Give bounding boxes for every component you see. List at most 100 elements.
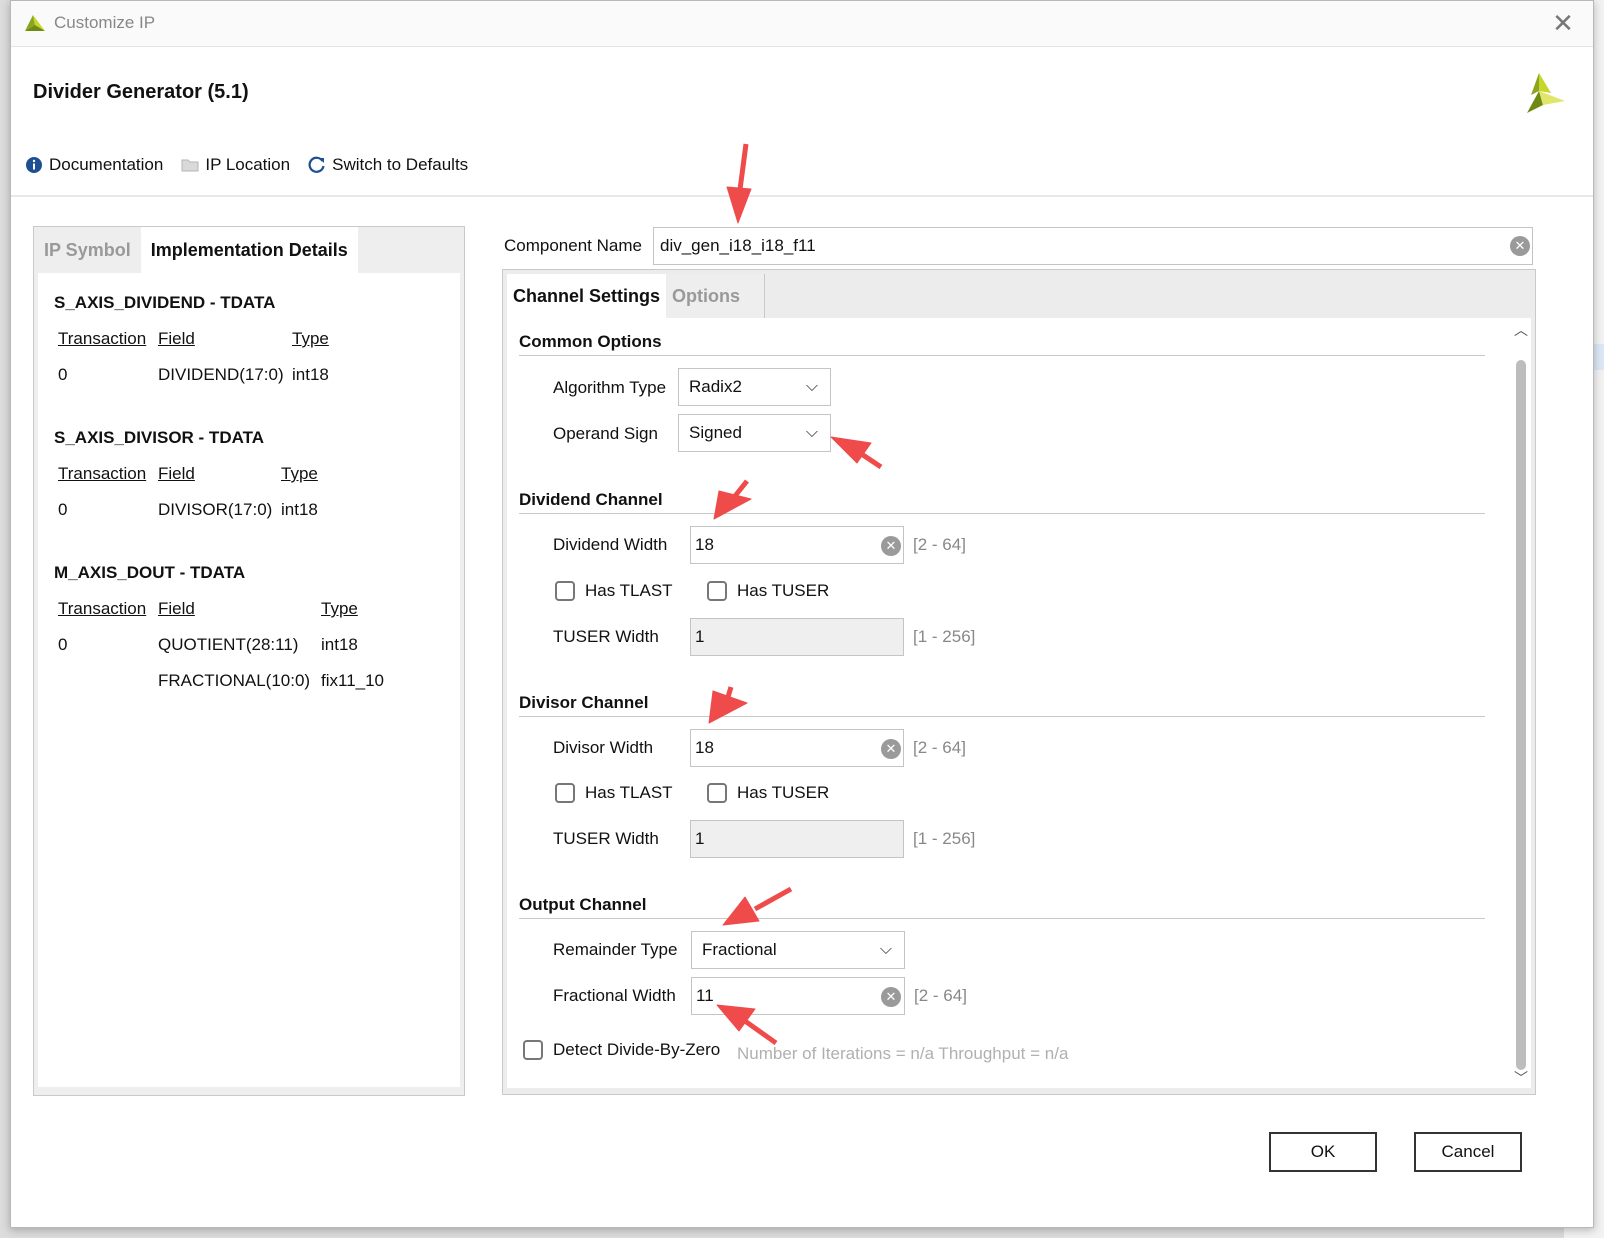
dividend-width-input[interactable]: 18 (690, 526, 904, 564)
cancel-button[interactable]: Cancel (1414, 1132, 1522, 1172)
checkbox-label: Has TUSER (737, 783, 830, 802)
divisor-tuser-width-label: TUSER Width (553, 829, 659, 848)
settings-panel: Channel Settings Options Common Options … (502, 269, 1536, 1095)
dividend-width-range: [2 - 64] (913, 535, 966, 554)
documentation-button[interactable]: Documentation (25, 155, 163, 175)
divisor-has-tlast-checkbox[interactable]: Has TLAST (555, 783, 673, 803)
checkbox-box (555, 581, 575, 601)
interface-dividend: S_AXIS_DIVIDEND - TDATA Transaction Fiel… (54, 293, 337, 395)
table-cell: FRACTIONAL(10:0) (158, 671, 311, 690)
interface-title: M_AXIS_DOUT - TDATA (54, 563, 246, 582)
scroll-up-icon[interactable]: ︿ (1513, 320, 1529, 338)
clear-icon[interactable]: ✕ (881, 987, 901, 1007)
column-header: Field (158, 599, 195, 618)
interface-title: S_AXIS_DIVIDEND - TDATA (54, 293, 276, 312)
checkbox-box (523, 1040, 543, 1060)
table-cell: 0 (58, 365, 68, 384)
table-cell: QUOTIENT(28:11) (158, 635, 299, 654)
dividend-tuser-width-label: TUSER Width (553, 627, 659, 646)
left-panel: IP Symbol Implementation Details S_AXIS_… (33, 226, 465, 1096)
scrollbar-thumb[interactable] (1516, 360, 1526, 1070)
algorithm-type-value: Radix2 (689, 377, 742, 396)
dividend-has-tlast-checkbox[interactable]: Has TLAST (555, 581, 673, 601)
checkbox-label: Has TLAST (585, 581, 673, 600)
section-divider (519, 918, 1485, 919)
remainder-type-value: Fractional (702, 940, 777, 959)
divisor-channel-title: Divisor Channel (519, 693, 649, 712)
checkbox-label: Detect Divide-By-Zero (553, 1040, 721, 1059)
settings-tabs: Channel Settings Options (507, 274, 766, 318)
scroll-down-icon[interactable]: ﹀ (1513, 1068, 1529, 1086)
dividend-width-label: Dividend Width (553, 535, 668, 554)
operand-sign-label: Operand Sign (553, 424, 658, 443)
component-name-input[interactable]: div_gen_i18_i18_f11 (653, 227, 1533, 265)
tab-options[interactable]: Options (666, 274, 766, 318)
table-cell: 0 (58, 500, 68, 519)
output-channel-title: Output Channel (519, 895, 647, 914)
checkbox-box (555, 783, 575, 803)
column-header: Field (158, 464, 195, 483)
tab-channel-settings[interactable]: Channel Settings (507, 274, 667, 318)
remainder-type-select[interactable]: Fractional ⌵ (691, 931, 905, 969)
algorithm-type-label: Algorithm Type (553, 378, 667, 397)
fractional-width-input[interactable]: 11 (691, 977, 905, 1015)
vertical-scrollbar[interactable]: ︿ ﹀ (1511, 318, 1531, 1088)
table-cell (58, 665, 158, 701)
divisor-tuser-width-input: 1 (690, 820, 904, 858)
divisor-tuser-range: [1 - 256] (913, 829, 976, 848)
title-bar: Customize IP ✕ (11, 1, 1593, 47)
clear-icon[interactable]: ✕ (881, 739, 901, 759)
column-header: Field (158, 329, 195, 348)
section-divider (519, 513, 1485, 514)
window-title: Customize IP (54, 13, 156, 32)
interface-divisor: S_AXIS_DIVISOR - TDATA Transaction Field… (54, 428, 326, 530)
tab-ip-symbol[interactable]: IP Symbol (34, 227, 141, 273)
dialog-header: Divider Generator (5.1) Documentation IP… (11, 47, 1593, 197)
table-row: FRACTIONAL(10:0) fix11_10 (58, 665, 392, 701)
remainder-type-label: Remainder Type (553, 940, 678, 959)
divisor-width-label: Divisor Width (553, 738, 654, 757)
header-divider (11, 195, 1593, 197)
dividend-tuser-range: [1 - 256] (913, 627, 976, 646)
column-header: Type (292, 329, 329, 348)
ok-button[interactable]: OK (1269, 1132, 1377, 1172)
checkbox-box (707, 581, 727, 601)
component-name-label: Component Name (504, 236, 642, 255)
chevron-down-icon: ⌵ (805, 378, 818, 395)
clear-icon[interactable]: ✕ (881, 536, 901, 556)
table-cell: fix11_10 (321, 671, 385, 690)
iterations-throughput-hint: Number of Iterations = n/a Throughput = … (737, 1044, 1069, 1063)
common-options-title: Common Options (519, 332, 662, 351)
divisor-width-input[interactable]: 18 (690, 729, 904, 767)
divisor-width-range: [2 - 64] (913, 738, 966, 757)
column-header: Type (281, 464, 318, 483)
refresh-icon (308, 156, 326, 174)
table-row: 0 DIVIDEND(17:0) int18 (58, 359, 337, 395)
close-icon[interactable]: ✕ (1549, 9, 1577, 37)
detect-divide-by-zero-checkbox[interactable]: Detect Divide-By-Zero (523, 1040, 720, 1060)
interface-table: Transaction Field Type 0 DIVIDEND(17:0) … (58, 325, 337, 395)
implementation-details-content: S_AXIS_DIVIDEND - TDATA Transaction Fiel… (38, 273, 460, 1087)
table-cell: int18 (292, 365, 329, 384)
operand-sign-value: Signed (689, 423, 742, 442)
divisor-has-tuser-checkbox[interactable]: Has TUSER (707, 783, 829, 803)
switch-to-defaults-button[interactable]: Switch to Defaults (308, 155, 468, 175)
clear-icon[interactable]: ✕ (1510, 236, 1530, 256)
dividend-has-tuser-checkbox[interactable]: Has TUSER (707, 581, 829, 601)
toolbar: Documentation IP Location Switch to Defa… (25, 155, 468, 175)
operand-sign-select[interactable]: Signed ⌵ (678, 414, 831, 452)
left-tabs: IP Symbol Implementation Details (34, 227, 358, 273)
column-header: Transaction (58, 464, 147, 483)
chevron-down-icon: ⌵ (805, 424, 818, 441)
table-cell: int18 (281, 500, 318, 519)
chevron-down-icon: ⌵ (879, 941, 892, 958)
algorithm-type-select[interactable]: Radix2 ⌵ (678, 368, 831, 406)
customize-ip-dialog: Customize IP ✕ Divider Generator (5.1) D… (10, 0, 1594, 1228)
ip-location-label: IP Location (205, 155, 291, 174)
section-divider (519, 355, 1485, 356)
ip-location-button[interactable]: IP Location (181, 155, 290, 175)
section-divider (519, 716, 1485, 717)
component-name-row: Component Name div_gen_i18_i18_f11 ✕ (504, 227, 1544, 267)
table-row: 0 DIVISOR(17:0) int18 (58, 494, 326, 530)
tab-implementation-details[interactable]: Implementation Details (140, 227, 358, 273)
